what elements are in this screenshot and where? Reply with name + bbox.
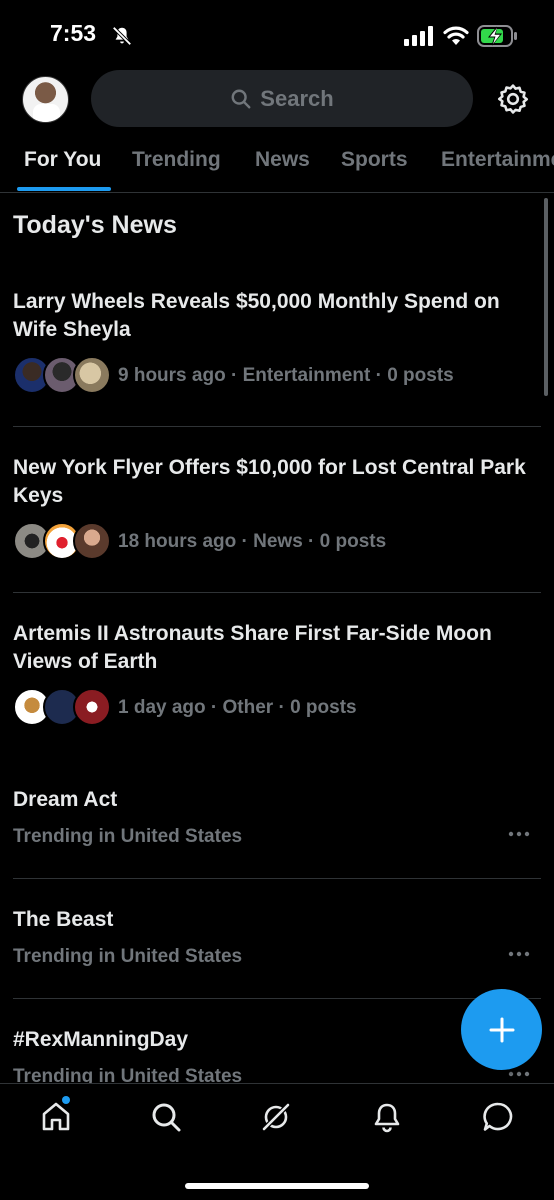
plus-icon xyxy=(489,1017,514,1042)
avatar xyxy=(73,522,111,560)
trend-context: Trending in United States xyxy=(13,826,243,847)
divider xyxy=(13,592,541,593)
trend-name: The Beast xyxy=(13,908,114,931)
notification-dot xyxy=(62,1096,70,1104)
home-icon[interactable] xyxy=(39,1100,73,1134)
news-meta: 9 hours ago · Entertainment · 0 posts xyxy=(118,365,454,386)
news-item[interactable]: Artemis II Astronauts Share First Far-Si… xyxy=(0,620,541,758)
tab-for-you[interactable]: For You xyxy=(24,148,101,172)
avatar xyxy=(73,688,111,726)
status-bar: 7:53 xyxy=(0,0,554,70)
message-icon[interactable] xyxy=(481,1100,515,1134)
news-headline: Artemis II Astronauts Share First Far-Si… xyxy=(13,622,492,673)
compose-button[interactable] xyxy=(461,989,542,1070)
divider xyxy=(13,998,541,999)
news-avatars xyxy=(13,522,111,560)
scroll-indicator[interactable] xyxy=(544,198,548,396)
trend-context: Trending in United States xyxy=(13,1066,243,1083)
trend-item[interactable]: Dream Act Trending in United States xyxy=(0,788,554,878)
home-indicator[interactable] xyxy=(185,1183,369,1189)
status-time: 7:53 xyxy=(50,20,97,46)
trend-name: Dream Act xyxy=(13,788,118,811)
profile-avatar[interactable] xyxy=(22,76,69,123)
search-placeholder: Search xyxy=(260,85,334,111)
divider xyxy=(13,878,541,879)
avatar xyxy=(73,356,111,394)
grok-icon[interactable] xyxy=(259,1100,293,1134)
cellular-signal-icon xyxy=(404,26,433,46)
news-item[interactable]: Larry Wheels Reveals $50,000 Monthly Spe… xyxy=(0,288,541,426)
news-item[interactable]: New York Flyer Offers $10,000 for Lost C… xyxy=(0,454,541,592)
explore-tabs: For You Trending News Sports Entertainme… xyxy=(0,140,554,193)
search-icon[interactable] xyxy=(149,1100,183,1134)
trend-item[interactable]: The Beast Trending in United States xyxy=(0,908,554,998)
more-options-icon[interactable] xyxy=(508,950,530,958)
gear-icon[interactable] xyxy=(496,82,530,116)
bell-icon[interactable] xyxy=(370,1100,404,1134)
news-meta: 18 hours ago · News · 0 posts xyxy=(118,531,387,552)
news-meta: 1 day ago · Other · 0 posts xyxy=(118,697,357,718)
more-options-icon[interactable] xyxy=(508,830,530,838)
tab-news[interactable]: News xyxy=(255,148,310,172)
battery-charging-icon xyxy=(477,25,517,47)
news-headline: New York Flyer Offers $10,000 for Lost C… xyxy=(13,456,526,507)
tab-entertainment[interactable]: Entertainment xyxy=(441,148,554,172)
news-avatars xyxy=(13,356,111,394)
tab-trending[interactable]: Trending xyxy=(132,148,221,172)
search-input[interactable]: Search xyxy=(91,70,473,127)
news-avatars xyxy=(13,688,111,726)
active-tab-indicator xyxy=(17,187,111,191)
tab-sports[interactable]: Sports xyxy=(341,148,408,172)
divider xyxy=(13,426,541,427)
trend-name: #RexManningDay xyxy=(13,1028,189,1051)
section-title: Today's News xyxy=(13,211,177,239)
more-options-icon[interactable] xyxy=(508,1070,530,1078)
news-headline: Larry Wheels Reveals $50,000 Monthly Spe… xyxy=(13,290,500,341)
bell-slash-icon xyxy=(112,26,132,46)
wifi-icon xyxy=(443,26,469,45)
header: Search xyxy=(0,70,554,130)
trend-context: Trending in United States xyxy=(13,946,243,967)
search-icon xyxy=(231,89,251,108)
